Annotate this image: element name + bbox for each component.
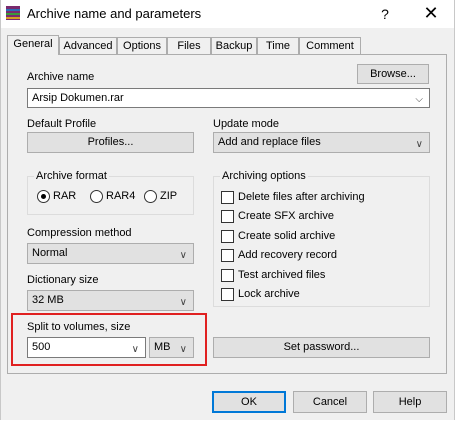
checkbox-create-solid-label: Create solid archive <box>238 230 336 242</box>
radio-zip[interactable] <box>144 190 157 203</box>
chevron-down-icon: ∨ <box>179 297 187 308</box>
update-mode-label: Update mode <box>213 118 280 130</box>
title-bar: Archive name and parameters ? ✕ <box>1 0 454 28</box>
compression-method-value: Normal <box>32 247 68 259</box>
checkbox-lock-archive[interactable] <box>221 288 234 301</box>
update-mode-select[interactable]: Add and replace files ∨ <box>213 132 430 153</box>
radio-rar-label: RAR <box>53 190 77 202</box>
compression-method-label: Compression method <box>27 227 132 239</box>
help-title-button[interactable]: ? <box>373 3 397 25</box>
checkbox-create-sfx-label: Create SFX archive <box>238 210 334 222</box>
compression-method-select[interactable]: Normal ∨ <box>27 243 194 264</box>
radio-rar[interactable] <box>37 190 50 203</box>
tab-comment[interactable]: Comment <box>299 37 361 54</box>
archiving-options-label: Archiving options <box>220 170 308 182</box>
checkbox-test-archived[interactable] <box>221 269 234 282</box>
default-profile-label: Default Profile <box>27 118 97 130</box>
checkbox-delete-files[interactable] <box>221 191 234 204</box>
dictionary-size-label: Dictionary size <box>27 274 99 286</box>
checkbox-lock-archive-label: Lock archive <box>238 288 300 300</box>
archive-name-field[interactable]: Arsip Dokumen.rar ⌵ <box>27 88 430 108</box>
dialog-window: Archive name and parameters ? ✕ General … <box>0 0 455 420</box>
checkbox-create-solid[interactable] <box>221 230 234 243</box>
highlight-box <box>11 313 207 366</box>
profiles-button[interactable]: Profiles... <box>27 132 194 153</box>
checkbox-create-sfx[interactable] <box>221 210 234 223</box>
archive-name-value: Arsip Dokumen.rar <box>32 92 124 104</box>
checkbox-recovery-record[interactable] <box>221 249 234 262</box>
chevron-down-icon: ∨ <box>415 139 423 150</box>
update-mode-value: Add and replace files <box>218 136 321 148</box>
help-button[interactable]: Help <box>373 391 447 413</box>
winrar-app-icon <box>6 6 20 20</box>
chevron-down-icon[interactable]: ⌵ <box>415 91 423 107</box>
set-password-button[interactable]: Set password... <box>213 337 430 358</box>
archive-name-label: Archive name <box>27 71 95 83</box>
checkbox-delete-files-label: Delete files after archiving <box>238 191 365 203</box>
dictionary-size-select[interactable]: 32 MB ∨ <box>27 290 194 311</box>
tab-time[interactable]: Time <box>257 37 299 54</box>
radio-rar4-label: RAR4 <box>106 190 136 202</box>
window-title: Archive name and parameters <box>27 6 202 21</box>
tab-advanced[interactable]: Advanced <box>59 37 117 54</box>
checkbox-recovery-record-label: Add recovery record <box>238 249 338 261</box>
browse-button[interactable]: Browse... <box>357 64 429 84</box>
tab-options[interactable]: Options <box>117 37 167 54</box>
radio-zip-label: ZIP <box>160 190 178 202</box>
chevron-down-icon: ∨ <box>179 250 187 261</box>
tab-general[interactable]: General <box>7 35 59 55</box>
close-window-button[interactable]: ✕ <box>419 2 443 24</box>
cancel-button[interactable]: Cancel <box>293 391 367 413</box>
radio-rar4[interactable] <box>90 190 103 203</box>
dictionary-size-value: 32 MB <box>32 294 64 306</box>
tab-backup[interactable]: Backup <box>211 37 257 54</box>
archive-format-label: Archive format <box>34 170 109 182</box>
tab-files[interactable]: Files <box>167 37 211 54</box>
checkbox-test-archived-label: Test archived files <box>238 269 326 281</box>
ok-button[interactable]: OK <box>212 391 286 413</box>
